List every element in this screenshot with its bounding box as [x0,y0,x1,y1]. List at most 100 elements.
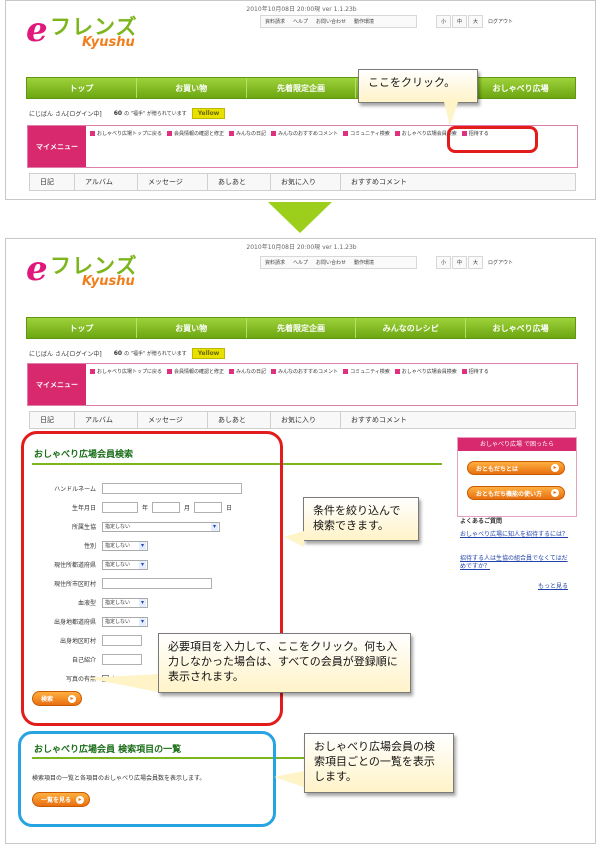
menu-comment-2[interactable]: みんなのおすすめコメント [271,367,338,378]
user-points-note-2: の "福手" が贈られています [124,351,187,357]
user-info-2: にじばん さん[ログイン中] 60 の "福手" が贈られています Yellow [29,348,226,359]
highlight-list-section [18,731,276,827]
friends-button[interactable]: おともだちとは ▸ [467,461,565,475]
subnav-recommend[interactable]: おすすめコメント [341,174,431,190]
nav-recipe-2[interactable]: みんなのレシピ [356,318,467,338]
top-links-2: 資料請求 ヘルプ お問い合わせ 動作環境 [260,256,417,269]
faq-link-1[interactable]: おしゃべり広場に知人を招待するには？ [460,531,570,539]
user-points: 60 [113,110,123,117]
nav-shop[interactable]: お買い物 [137,78,247,98]
faq-link-1-text: おしゃべり広場に知人を招待するには？ [460,531,569,538]
link-request-2[interactable]: 資料請求 [265,259,285,266]
callout-input-text: 必要項目を入力して、ここをクリック。何も入力しなかった場合は、すべての会員が登録… [168,640,398,683]
main-nav-2: トップ お買い物 先着限定企画 みんなのレシピ おしゃべり広場 [26,317,576,339]
sub-nav: 日記 アルバム メッセージ あしあと お気に入り おすすめコメント [29,173,576,191]
nav-plaza-2[interactable]: おしゃべり広場 [466,318,575,338]
size-small[interactable]: 小 [436,15,452,28]
callout-click-here: ここをクリック。 [358,69,478,103]
down-arrow-icon [268,202,332,233]
menu-diary-2[interactable]: みんなの日記 [229,367,266,378]
subnav-favorite-2[interactable]: お気に入り [271,412,341,428]
highlight-search-link [447,126,538,153]
menu-plaza-top[interactable]: おしゃべり広場トップに戻る [90,129,162,140]
callout-list: おしゃべり広場会員の検索項目ごとの一覧を表示します。 [304,733,454,793]
subnav-footprint-2[interactable]: あしあと [208,412,271,428]
user-points-note: の "福手" が贈られています [124,111,187,117]
sub-nav-2: 日記 アルバム メッセージ あしあと お気に入り おすすめコメント [29,411,576,429]
subnav-recommend-2[interactable]: おすすめコメント [341,412,431,428]
rank-badge-2: Yellow [191,348,226,359]
callout-input-pointer [86,674,158,692]
subnav-diary[interactable]: 日記 [30,174,75,190]
link-env[interactable]: 動作環境 [354,18,374,25]
friends-button-label: おともだちとは [476,465,519,473]
logout-button-2[interactable]: ログアウト [484,257,517,268]
callout-input: 必要項目を入力して、ここをクリック。何も入力しなかった場合は、すべての会員が登録… [158,633,411,693]
logo-letter: e [26,10,48,50]
faq-more-link[interactable]: もっと見る [538,581,568,590]
link-contact[interactable]: お問い合わせ [316,18,346,25]
size-large[interactable]: 大 [468,15,484,28]
subnav-footprint[interactable]: あしあと [208,174,271,190]
help-sidebar-head: おしゃべり広場 で困ったら [458,438,576,451]
faq-title: よくあるご質問 [460,518,503,525]
my-menu-2: マイメニュー おしゃべり広場トップに戻る 会員情報の確認と修正 みんなの日記 み… [27,363,578,406]
user-name: にじばん [29,111,54,118]
subnav-message-2[interactable]: メッセージ [138,412,208,428]
size-medium[interactable]: 中 [452,15,468,28]
user-info: にじばん さん[ログイン中] 60 の "福手" が贈られています Yellow [29,108,226,119]
link-request[interactable]: 資料請求 [265,18,285,25]
subnav-diary-2[interactable]: 日記 [30,412,75,428]
nav-limited-2[interactable]: 先着限定企画 [247,318,357,338]
help-sidebar: おしゃべり広場 で困ったら [457,437,577,517]
link-help[interactable]: ヘルプ [293,18,308,25]
screenshot-after: 2010年10月08日 20:00現 ver 1.1.23b e フレンズ Ky… [5,238,596,844]
user-suffix-2: さん[ログイン中] [55,351,102,358]
my-menu-label: マイメニュー [28,126,86,167]
logo-sub-2: Kyushu [82,274,135,289]
menu-member-info[interactable]: 会員情報の確認と修正 [167,129,224,140]
callout-list-pointer [274,771,304,787]
logo-letter-2: e [26,249,48,289]
top-links: 資料請求 ヘルプ お問い合わせ 動作環境 [260,15,417,28]
menu-plaza-top-2[interactable]: おしゃべり広場トップに戻る [90,367,162,378]
size-large-2[interactable]: 大 [468,256,484,269]
subnav-album[interactable]: アルバム [75,174,138,190]
size-small-2[interactable]: 小 [436,256,452,269]
menu-member-info-2[interactable]: 会員情報の確認と修正 [167,367,224,378]
nav-shop-2[interactable]: お買い物 [137,318,247,338]
menu-invite-2[interactable]: 招待する [462,367,489,378]
faq-link-2[interactable]: 招待する人は生協の組合員でなくてはだめですか？ [460,555,570,571]
link-contact-2[interactable]: お問い合わせ [316,259,346,266]
callout-click-here-text: ここをクリック。 [368,76,456,89]
friends-usage-button[interactable]: おともだち機能の使い方 ▸ [467,486,565,500]
faq-link-2-text: 招待する人は生協の組合員でなくてはだめですか？ [460,555,568,570]
nav-limited[interactable]: 先着限定企画 [247,78,357,98]
subnav-message[interactable]: メッセージ [138,174,208,190]
subnav-favorite[interactable]: お気に入り [271,174,341,190]
nav-top[interactable]: トップ [27,78,137,98]
version-text: 2010年10月08日 20:00現 ver 1.1.23b [246,6,357,13]
rank-badge: Yellow [191,108,226,119]
callout-list-text: おしゃべり広場会員の検索項目ごとの一覧を表示します。 [314,740,435,783]
link-env-2[interactable]: 動作環境 [354,259,374,266]
size-medium-2[interactable]: 中 [452,256,468,269]
link-help-2[interactable]: ヘルプ [293,259,308,266]
arrow-right-icon: ▸ [551,489,559,497]
menu-community-2[interactable]: コミュニティ検索 [343,367,390,378]
menu-diary[interactable]: みんなの日記 [229,129,266,140]
menu-member-search-2[interactable]: おしゃべり広場会員検索 [395,367,457,378]
nav-top-2[interactable]: トップ [27,318,137,338]
version-text-2: 2010年10月08日 20:00現 ver 1.1.23b [246,244,357,251]
callout-conditions: 条件を絞り込んで検索できます。 [303,497,419,541]
subnav-album-2[interactable]: アルバム [75,412,138,428]
logout-button[interactable]: ログアウト [484,16,517,27]
logo-sub: Kyushu [82,35,135,50]
user-suffix: さん[ログイン中] [55,111,102,118]
arrow-right-icon: ▸ [551,464,559,472]
main-nav: トップ お買い物 先着限定企画 おしゃべり広場 [26,77,576,99]
menu-comment[interactable]: みんなのおすすめコメント [271,129,338,140]
callout-pointer [444,102,458,126]
nav-plaza[interactable]: おしゃべり広場 [466,78,575,98]
menu-community[interactable]: コミュニティ検索 [343,129,390,140]
